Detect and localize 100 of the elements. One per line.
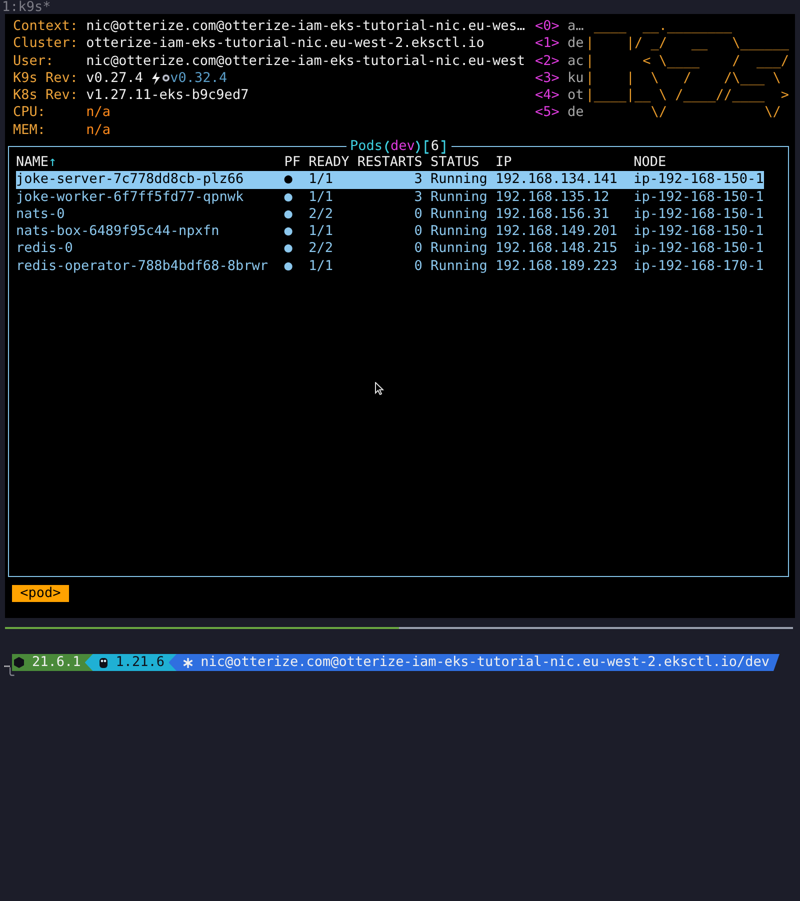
- segment-text: 1.21.6: [116, 654, 165, 672]
- pod-ip: 192.168.149.201: [496, 223, 618, 240]
- pod-name: joke-server-7c778dd8cb-plz66: [16, 171, 244, 188]
- shortcut-label: ot: [568, 87, 584, 104]
- logo-line: ____ __.________: [592, 18, 734, 36]
- pod-ip: 192.168.134.141: [496, 171, 618, 188]
- pod-name: redis-0: [16, 240, 73, 256]
- shortcut-key: <2>: [535, 52, 568, 70]
- table-row[interactable]: joke-server-7c778dd8cb-plz66 ● 1/1 3 Running 192.168.134.141 ip-192-168-150-1: [16, 171, 764, 189]
- pod-name: joke-worker-6f7ff5fd77-qpnwk: [16, 188, 244, 205]
- node-name: ip-192-168-150-1: [634, 223, 764, 240]
- pod-status: Running: [430, 188, 488, 205]
- shortcut-label: de: [568, 104, 584, 122]
- pod-name: nats-0: [16, 206, 65, 222]
- ready-count: 1/1: [308, 188, 333, 205]
- table-row[interactable]: nats-box-6489f95c44-npxfn ● 1/1 0 Running 192.168.149.201 ip-192-168-150-1: [16, 223, 764, 240]
- column-header[interactable]: NAME: [16, 154, 49, 172]
- hexagon-icon: [14, 657, 24, 668]
- namespace-label: dev: [390, 138, 415, 156]
- asterisk-icon: [182, 658, 193, 668]
- port-forward-dot: ●: [284, 240, 292, 256]
- column-header[interactable]: RESTARTS: [357, 154, 422, 172]
- segment-text: 21.6.1: [32, 654, 81, 672]
- port-forward-dot: ●: [284, 188, 292, 205]
- field-label: CPU:: [13, 104, 47, 122]
- node-name: ip-192-168-150-1: [634, 171, 764, 188]
- logo-line: | < \____ / ___/: [586, 52, 789, 70]
- pod-ip: 192.168.156.31: [496, 206, 610, 222]
- logo-line: | |/ _/ __ \______: [586, 35, 789, 53]
- column-header[interactable]: STATUS: [430, 154, 480, 172]
- bolt-icon: [151, 70, 162, 87]
- field-value: n/a: [86, 104, 111, 122]
- node-name: ip-192-168-150-1: [634, 240, 764, 256]
- table-row[interactable]: redis-0 ● 2/2 0 Running 192.168.148.215 ip-192-168-150-1: [16, 240, 764, 258]
- column-header[interactable]: NODE: [634, 154, 666, 172]
- sort-indicator: ↑: [48, 154, 57, 172]
- left-paren-icon: [382, 138, 390, 155]
- table-row[interactable]: redis-operator-788b4bdf68-8brwr ● 1/1 0 Running 192.168.189.223 ip-192-168-170-1: [16, 258, 764, 276]
- restart-count: 3: [414, 171, 422, 189]
- shortcut-label: de: [568, 35, 584, 53]
- field-label: K9s Rev:: [13, 70, 80, 88]
- prompt-corner: ╰: [6, 668, 14, 685]
- shortcut-label: a…: [568, 18, 584, 36]
- port-forward-dot: ●: [284, 223, 292, 240]
- column-header[interactable]: IP: [496, 154, 512, 172]
- field-label: User:: [13, 52, 55, 70]
- pod-status: Running: [430, 206, 488, 222]
- breadcrumb[interactable]: <pod>: [12, 585, 69, 602]
- restart-count: 0: [414, 223, 422, 240]
- shortcut-key: <5>: [535, 104, 568, 122]
- field-value: n/a: [86, 122, 111, 140]
- restart-count: 3: [414, 188, 422, 206]
- ellipsis: …: [4, 658, 10, 670]
- field-value: otterize-iam-eks-tutorial-nic.eu-west-2.eksctl.io: [86, 35, 484, 53]
- ready-count: 1/1: [308, 223, 333, 240]
- shortcut-label: ku: [568, 70, 584, 88]
- shortcut-key: <4>: [535, 87, 568, 104]
- segment-text: nic@otterize.com@otterize-iam-eks-tutorial-nic.eu-west-2.eksctl.io/dev: [200, 654, 770, 672]
- pod-status: Running: [430, 171, 488, 188]
- left-bracket-icon: [422, 138, 431, 155]
- field-value: v1.27.11-eks-b9c9ed7: [86, 87, 249, 104]
- field-label: Cluster:: [13, 35, 80, 53]
- column-header[interactable]: PF: [284, 154, 300, 172]
- pod-status: Running: [430, 258, 488, 274]
- ready-count: 1/1: [308, 258, 333, 274]
- pod-ip: 192.168.135.12: [496, 188, 610, 205]
- right-bracket-icon: [439, 138, 448, 155]
- column-header[interactable]: READY: [308, 154, 350, 172]
- table-row[interactable]: nats-0 ● 2/2 0 Running 192.168.156.31 ip-192-168-150-1: [16, 206, 764, 224]
- shortcut-label: ac: [568, 52, 584, 70]
- node-name: ip-192-168-150-1: [634, 206, 764, 222]
- shortcut-key: <0>: [535, 18, 568, 36]
- port-forward-dot: ●: [284, 258, 292, 274]
- field-label: K8s Rev:: [13, 87, 80, 104]
- logo-line: |____|__ \ /____//____ >: [586, 87, 789, 104]
- port-forward-dot: ●: [284, 171, 292, 188]
- logo-line: | | \ / /\___ \: [586, 70, 782, 88]
- upgrade-version: v0.32.4: [170, 70, 228, 88]
- pod-count: 6: [430, 138, 440, 156]
- cursor-icon: [375, 382, 384, 395]
- node-name: ip-192-168-170-1: [634, 258, 764, 274]
- gopher-icon: [98, 657, 108, 668]
- restart-count: 0: [414, 258, 422, 276]
- pod-status: Running: [430, 240, 488, 256]
- restart-count: 0: [414, 206, 422, 224]
- field-value: nic@otterize.com@otterize-iam-eks-tutorial-nic.eu-wes…: [86, 18, 526, 36]
- logo-line: \/ \/: [650, 104, 782, 122]
- table-row[interactable]: joke-worker-6f7ff5fd77-qpnwk ● 1/1 3 Running 192.168.135.12 ip-192-168-150-1: [16, 188, 764, 206]
- shortcut-key: <1>: [535, 35, 568, 53]
- shortcut-key: <3>: [535, 70, 568, 88]
- ready-count: 2/2: [308, 206, 333, 222]
- ready-count: 1/1: [308, 171, 333, 188]
- restart-count: 0: [414, 240, 422, 258]
- field-label: Context:: [13, 18, 80, 36]
- pod-ip: 192.168.189.223: [496, 258, 618, 274]
- field-value: nic@otterize.com@otterize-iam-eks-tutorial-nic.eu-west: [86, 52, 526, 70]
- pod-ip: 192.168.148.215: [496, 240, 618, 256]
- pod-name: nats-box-6489f95c44-npxfn: [16, 223, 220, 240]
- pod-name: redis-operator-788b4bdf68-8brwr: [16, 258, 268, 274]
- tab-title[interactable]: 1:k9s*: [2, 0, 51, 14]
